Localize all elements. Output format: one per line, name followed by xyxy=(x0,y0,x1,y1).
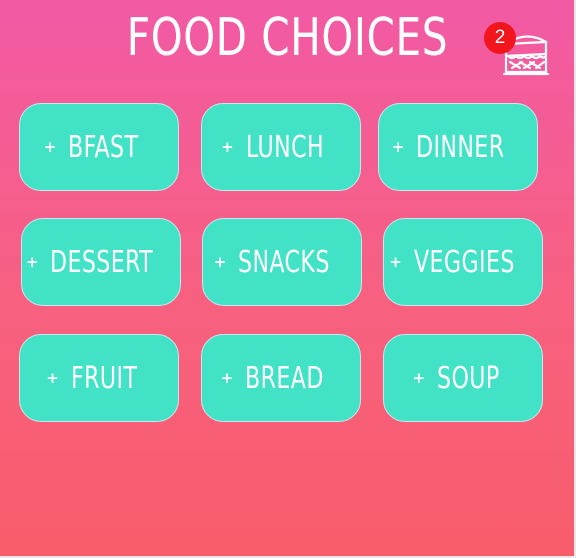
category-button-bread[interactable]: + BREAD xyxy=(201,334,361,422)
plus-icon: + xyxy=(220,369,234,387)
category-label: FRUIT xyxy=(70,360,138,396)
category-button-snacks[interactable]: + SNACKS xyxy=(202,218,362,306)
plus-icon: + xyxy=(412,369,426,387)
food-choices-screen: FOOD CHOICES 2 + BFAST + LUNCH + DINNER … xyxy=(0,0,576,558)
category-label: LUNCH xyxy=(245,129,324,165)
category-button-lunch[interactable]: + LUNCH xyxy=(201,103,361,191)
category-label: BREAD xyxy=(245,360,325,396)
category-label: DINNER xyxy=(416,129,505,165)
category-label: SOUP xyxy=(437,360,500,396)
plus-icon: + xyxy=(221,138,234,156)
plus-icon: + xyxy=(25,253,39,271)
category-button-bfast[interactable]: + BFAST xyxy=(19,103,179,191)
category-button-dessert[interactable]: + DESSERT xyxy=(21,218,181,306)
page-title: FOOD CHOICES xyxy=(126,8,449,68)
category-button-soup[interactable]: + SOUP xyxy=(383,334,543,422)
plus-icon: + xyxy=(391,138,405,156)
plus-icon: + xyxy=(46,369,59,387)
category-label: DESSERT xyxy=(50,244,154,280)
cart-button[interactable]: 2 xyxy=(484,20,556,80)
plus-icon: + xyxy=(43,138,57,156)
plus-icon: + xyxy=(389,253,402,271)
category-button-veggies[interactable]: + VEGGIES xyxy=(383,218,543,306)
plus-icon: + xyxy=(213,253,227,271)
category-button-fruit[interactable]: + FRUIT xyxy=(19,334,179,422)
cart-count-badge: 2 xyxy=(484,22,516,54)
category-label: BFAST xyxy=(68,129,139,165)
category-label: SNACKS xyxy=(238,244,331,280)
category-label: VEGGIES xyxy=(413,244,515,280)
category-button-dinner[interactable]: + DINNER xyxy=(378,103,538,191)
